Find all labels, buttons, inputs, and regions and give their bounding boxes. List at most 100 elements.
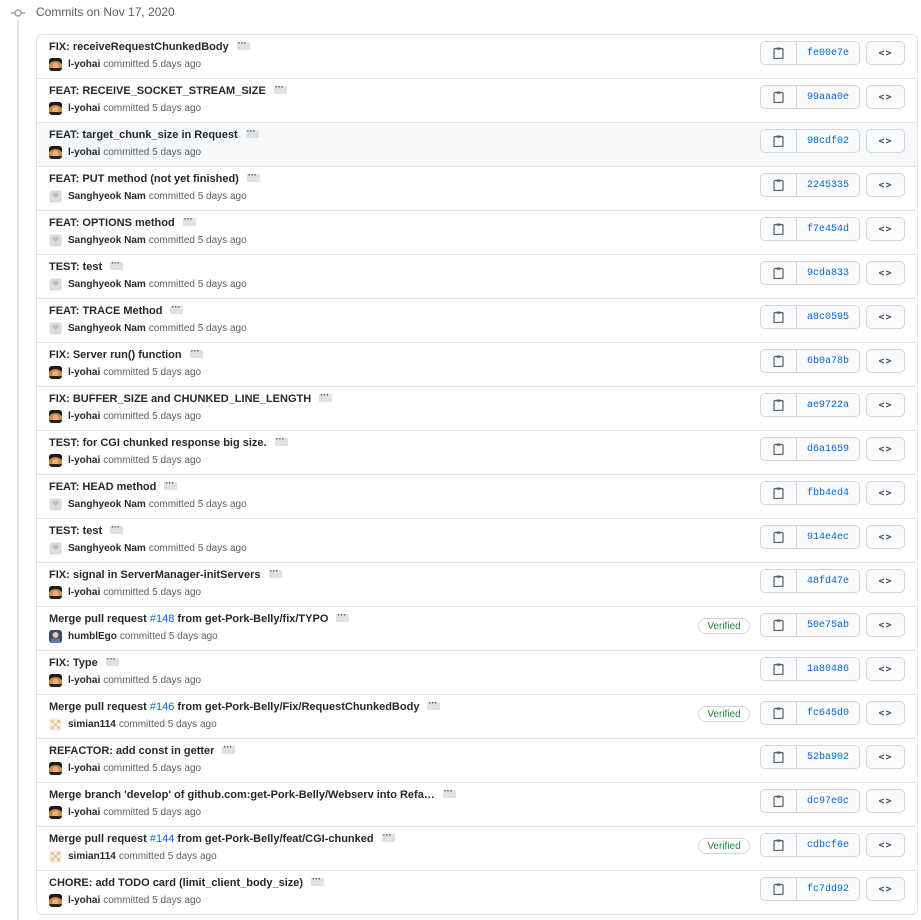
copy-sha-button[interactable] (760, 657, 797, 681)
ellipsis-icon[interactable] (246, 169, 260, 183)
commit-sha-link[interactable]: dc97e0c (797, 789, 860, 813)
verified-badge[interactable]: Verified (698, 618, 750, 634)
commit-author[interactable]: l-yohai (68, 59, 100, 70)
commit-message[interactable]: FIX: Type (49, 653, 119, 669)
commit-message[interactable]: Merge branch 'develop' of github.com:get… (49, 785, 456, 801)
commit-sha-link[interactable]: f7e454d (797, 217, 860, 241)
commit-message[interactable]: CHORE: add TODO card (limit_client_body_… (49, 873, 325, 889)
avatar[interactable] (49, 58, 62, 71)
copy-sha-button[interactable] (760, 393, 797, 417)
ellipsis-icon[interactable] (170, 301, 184, 315)
commit-message-text[interactable]: FEAT: TRACE Method (49, 305, 162, 317)
commit-author[interactable]: l-yohai (68, 895, 100, 906)
browse-repo-button[interactable]: <> (866, 217, 905, 241)
copy-sha-button[interactable] (760, 481, 797, 505)
browse-repo-button[interactable]: <> (866, 701, 905, 725)
commit-message-text[interactable]: FIX: receiveRequestChunkedBody (49, 41, 229, 53)
commit-author[interactable]: Sanghyeok Nam (68, 323, 146, 334)
commit-sha-link[interactable]: fc645d0 (797, 701, 860, 725)
commit-message-text[interactable]: Merge pull request (49, 701, 150, 713)
commit-author[interactable]: l-yohai (68, 807, 100, 818)
commit-message[interactable]: Merge pull request #146 from get-Pork-Be… (49, 697, 441, 713)
browse-repo-button[interactable]: <> (866, 349, 905, 373)
ellipsis-icon[interactable] (236, 37, 250, 51)
commit-sha-link[interactable]: 1a80486 (797, 657, 860, 681)
avatar[interactable] (49, 674, 62, 687)
avatar[interactable] (49, 630, 62, 643)
commit-message-text[interactable]: FIX: BUFFER_SIZE and CHUNKED_LINE_LENGTH (49, 393, 311, 405)
copy-sha-button[interactable] (760, 173, 797, 197)
copy-sha-button[interactable] (760, 217, 797, 241)
issue-link[interactable]: #148 (150, 613, 174, 625)
commit-message-text[interactable]: TEST: test (49, 525, 102, 537)
commit-sha-link[interactable]: ae9722a (797, 393, 860, 417)
commit-message-text[interactable]: FEAT: RECEIVE_SOCKET_STREAM_SIZE (49, 85, 266, 97)
avatar[interactable] (49, 146, 62, 159)
commit-sha-link[interactable]: 9cda833 (797, 261, 860, 285)
commit-sha-link[interactable]: fc7dd92 (797, 877, 860, 901)
commit-sha-link[interactable]: a8c0595 (797, 305, 860, 329)
commit-author[interactable]: l-yohai (68, 103, 100, 114)
ellipsis-icon[interactable] (110, 521, 124, 535)
browse-repo-button[interactable]: <> (866, 393, 905, 417)
browse-repo-button[interactable]: <> (866, 481, 905, 505)
commit-sha-link[interactable]: cdbcf6e (797, 833, 860, 857)
commit-author[interactable]: simian114 (68, 719, 116, 730)
commit-sha-link[interactable]: 2245335 (797, 173, 860, 197)
ellipsis-icon[interactable] (319, 389, 333, 403)
browse-repo-button[interactable]: <> (866, 261, 905, 285)
copy-sha-button[interactable] (760, 701, 797, 725)
verified-badge[interactable]: Verified (698, 706, 750, 722)
copy-sha-button[interactable] (760, 745, 797, 769)
browse-repo-button[interactable]: <> (866, 745, 905, 769)
commit-sha-link[interactable]: 48fd47e (797, 569, 860, 593)
browse-repo-button[interactable]: <> (866, 657, 905, 681)
avatar[interactable] (49, 586, 62, 599)
browse-repo-button[interactable]: <> (866, 833, 905, 857)
ellipsis-icon[interactable] (274, 433, 288, 447)
browse-repo-button[interactable]: <> (866, 569, 905, 593)
copy-sha-button[interactable] (760, 85, 797, 109)
issue-link[interactable]: #146 (150, 701, 174, 713)
avatar[interactable] (49, 718, 62, 731)
commit-sha-link[interactable]: 6b0a78b (797, 349, 860, 373)
avatar[interactable] (49, 322, 62, 335)
copy-sha-button[interactable] (760, 613, 797, 637)
commit-message[interactable]: FEAT: target_chunk_size in Request (49, 125, 259, 141)
avatar[interactable] (49, 454, 62, 467)
commit-message-text[interactable]: REFACTOR: add const in getter (49, 745, 214, 757)
commit-sha-link[interactable]: 50e75ab (797, 613, 860, 637)
browse-repo-button[interactable]: <> (866, 789, 905, 813)
commit-message[interactable]: FIX: BUFFER_SIZE and CHUNKED_LINE_LENGTH (49, 389, 333, 405)
issue-link[interactable]: #144 (150, 833, 174, 845)
copy-sha-button[interactable] (760, 525, 797, 549)
commit-message[interactable]: TEST: test (49, 521, 124, 537)
commit-author[interactable]: Sanghyeok Nam (68, 499, 146, 510)
commit-message-text[interactable]: Merge pull request (49, 833, 150, 845)
commit-sha-link[interactable]: 99aaa0e (797, 85, 860, 109)
ellipsis-icon[interactable] (273, 81, 287, 95)
browse-repo-button[interactable]: <> (866, 41, 905, 65)
copy-sha-button[interactable] (760, 833, 797, 857)
ellipsis-icon[interactable] (336, 609, 350, 623)
browse-repo-button[interactable]: <> (866, 437, 905, 461)
commit-author[interactable]: Sanghyeok Nam (68, 235, 146, 246)
ellipsis-icon[interactable] (189, 345, 203, 359)
ellipsis-icon[interactable] (164, 477, 178, 491)
commit-message-text[interactable]: TEST: for CGI chunked response big size. (49, 437, 267, 449)
avatar[interactable] (49, 806, 62, 819)
avatar[interactable] (49, 190, 62, 203)
commit-message[interactable]: TEST: for CGI chunked response big size. (49, 433, 288, 449)
ellipsis-icon[interactable] (442, 785, 456, 799)
commit-author[interactable]: Sanghyeok Nam (68, 279, 146, 290)
copy-sha-button[interactable] (760, 877, 797, 901)
ellipsis-icon[interactable] (110, 257, 124, 271)
commit-message[interactable]: FIX: signal in ServerManager-initServers (49, 565, 282, 581)
commit-sha-link[interactable]: 52ba902 (797, 745, 860, 769)
commit-message-text[interactable]: FEAT: PUT method (not yet finished) (49, 173, 239, 185)
avatar[interactable] (49, 850, 62, 863)
avatar[interactable] (49, 102, 62, 115)
commit-sha-link[interactable]: fe00e7e (797, 41, 860, 65)
ellipsis-icon[interactable] (427, 697, 441, 711)
copy-sha-button[interactable] (760, 129, 797, 153)
